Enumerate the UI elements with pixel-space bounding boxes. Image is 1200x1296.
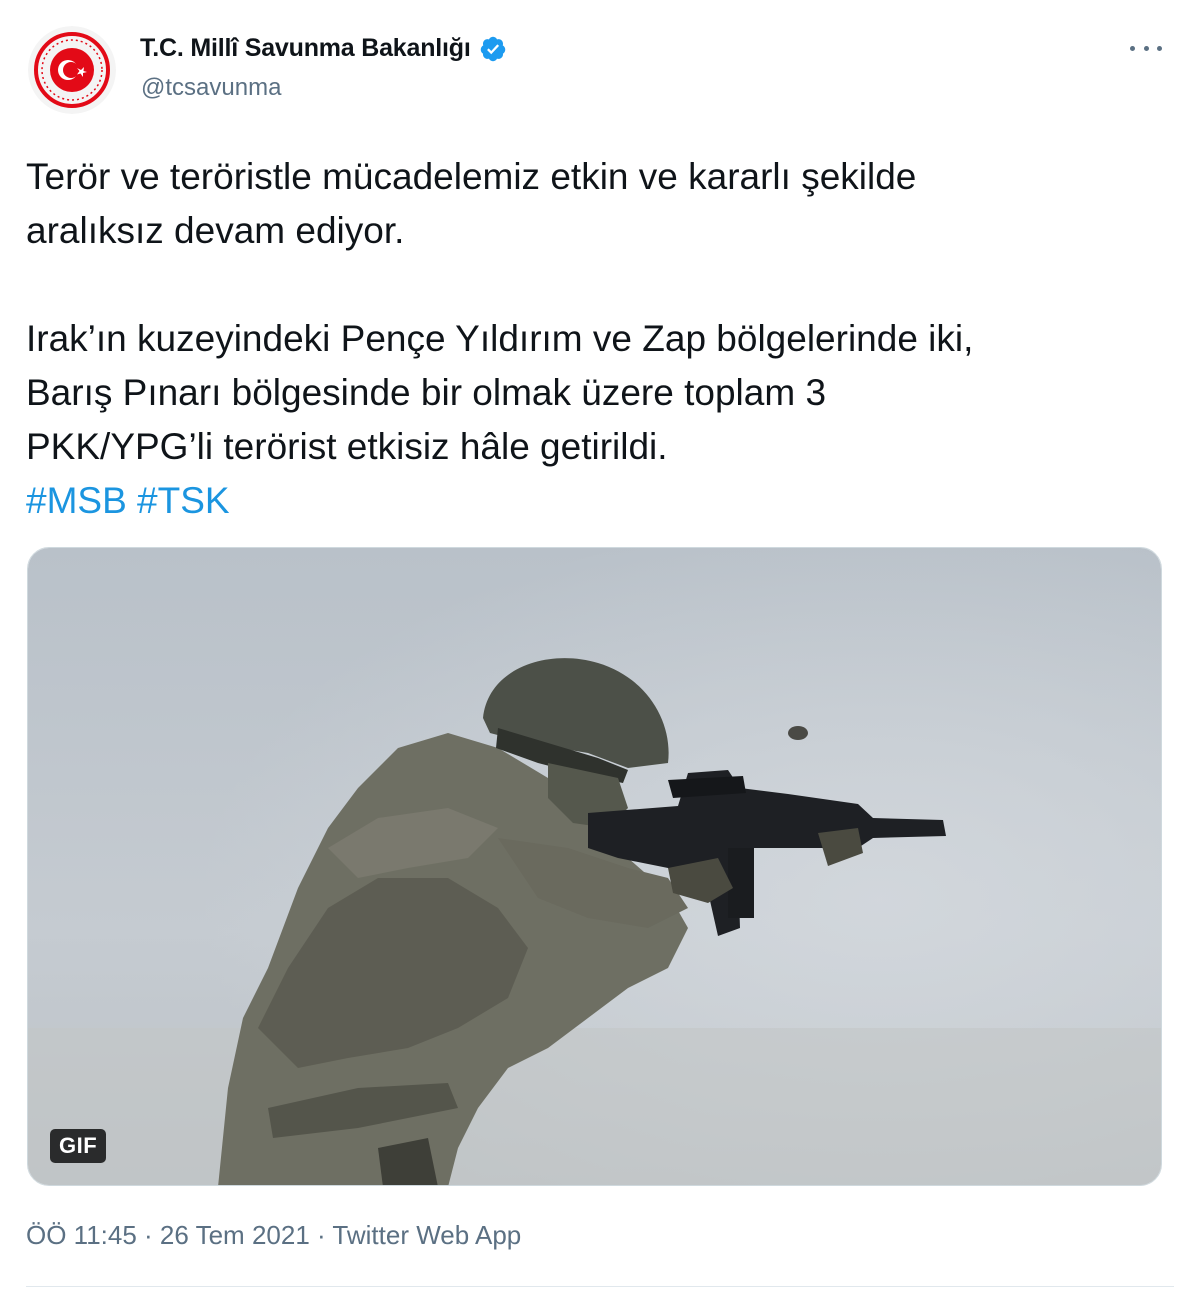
tweet-line: aralıksız devam ediyor.: [26, 210, 405, 251]
tweet-text: Terör ve teröristle mücadelemiz etkin ve…: [26, 150, 1176, 528]
hashtag-msb[interactable]: #MSB: [26, 480, 127, 521]
hashtag-tsk[interactable]: #TSK: [137, 480, 230, 521]
tweet-time[interactable]: ÖÖ 11:45: [26, 1220, 137, 1250]
tweet-line: Terör ve teröristle mücadelemiz etkin ve…: [26, 156, 917, 197]
author-name-row: T.C. Millî Savunma Bakanlığı: [140, 34, 507, 63]
tweet-media-gif[interactable]: GIF: [27, 547, 1162, 1186]
handle[interactable]: @tcsavunma: [141, 74, 281, 102]
msb-seal-icon: [28, 26, 116, 114]
tweet-line: Irak’ın kuzeyindeki Pençe Yıldırım ve Za…: [26, 318, 974, 359]
tweet-meta: ÖÖ 11:45 · 26 Tem 2021 · Twitter Web App: [26, 1220, 521, 1251]
display-name[interactable]: T.C. Millî Savunma Bakanlığı: [140, 34, 471, 63]
verified-badge-icon: [480, 36, 505, 61]
soldier-firing-rifle-image: [28, 548, 1161, 1185]
meta-separator: ·: [309, 1220, 333, 1250]
hashtags: #MSB #TSK: [26, 474, 1176, 528]
avatar[interactable]: [28, 26, 116, 114]
gif-badge: GIF: [50, 1129, 107, 1163]
tweet-source[interactable]: Twitter Web App: [332, 1220, 521, 1250]
tweet-line: PKK/YPG’li terörist etkisiz hâle getiril…: [26, 426, 668, 467]
divider: [26, 1286, 1174, 1287]
tweet-date[interactable]: 26 Tem 2021: [160, 1220, 310, 1250]
meta-separator: ·: [136, 1220, 160, 1250]
tweet-card: T.C. Millî Savunma Bakanlığı @tcsavunma …: [0, 0, 1200, 1296]
dot: [1157, 45, 1162, 51]
tweet-line: Barış Pınarı bölgesinde bir olmak üzere …: [26, 372, 827, 413]
dot: [1130, 45, 1135, 51]
more-options-icon[interactable]: [1130, 36, 1162, 60]
dot: [1143, 45, 1149, 51]
